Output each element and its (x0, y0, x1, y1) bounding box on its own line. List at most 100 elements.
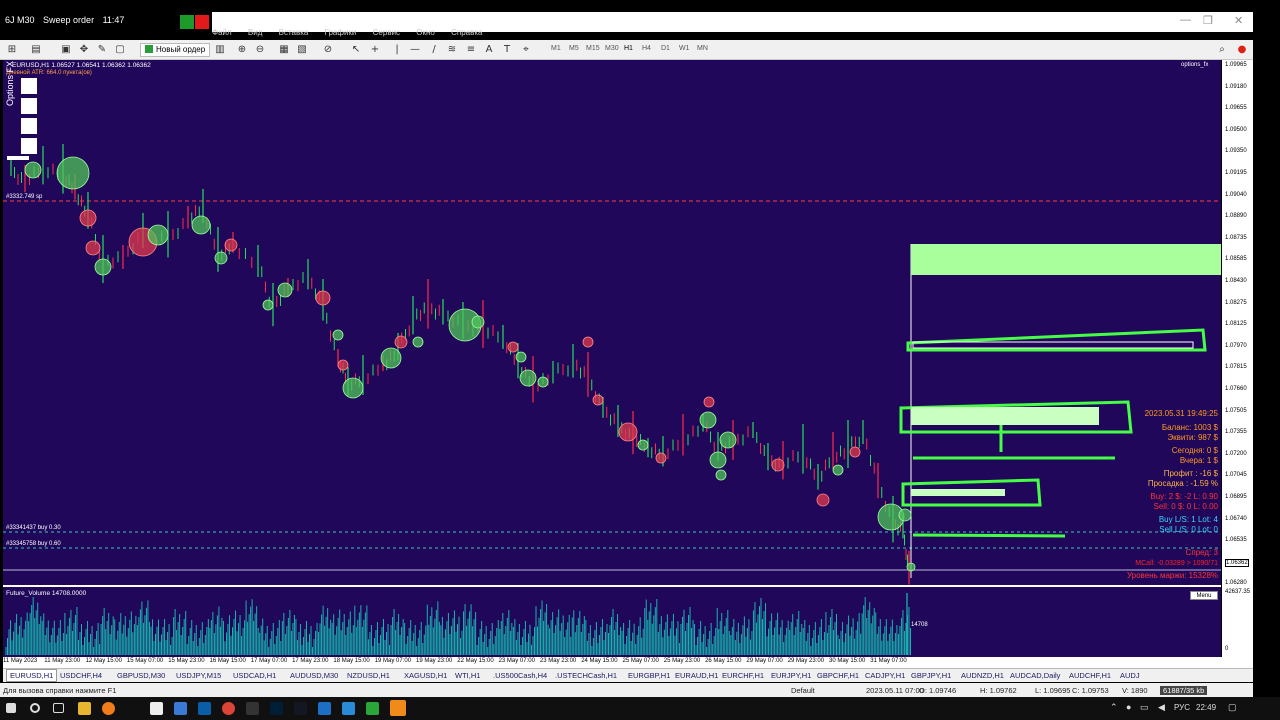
photoshop-icon[interactable] (270, 702, 283, 715)
symbol-tab[interactable]: USDCHF,H4 (60, 671, 102, 680)
telegram-icon[interactable] (342, 702, 355, 715)
menu-charts[interactable]: Графики (325, 28, 357, 37)
language-indicator[interactable]: РУС (1174, 703, 1190, 712)
text-icon[interactable]: A (483, 44, 495, 56)
app-icon[interactable] (150, 702, 163, 715)
search-icon[interactable]: ⌕ (1216, 44, 1228, 56)
tradingview-icon[interactable] (294, 702, 307, 715)
minimize-icon[interactable]: — (1180, 14, 1191, 26)
alert-icon[interactable]: ● (1236, 44, 1248, 56)
symbol-tab[interactable]: GBPUSD,M30 (117, 671, 165, 680)
new-chart-icon[interactable]: ⊞ (6, 44, 18, 56)
market-watch-icon[interactable]: ▣ (60, 44, 72, 56)
volume-icon[interactable]: ◀ (1158, 702, 1165, 713)
symbol-tab[interactable]: .USTECHCash,H1 (555, 671, 617, 680)
menu-help[interactable]: Справка (451, 28, 482, 37)
symbol-tab[interactable]: EURAUD,H1 (675, 671, 718, 680)
zoom-out-icon[interactable]: ⊖ (254, 44, 266, 56)
price-axis[interactable]: 1.09965 1.09180 1.09655 1.09500 1.09350 1.091… (1221, 60, 1253, 590)
tf-h1[interactable]: H1 (624, 45, 633, 52)
calendar-icon[interactable] (174, 702, 187, 715)
cursor-icon[interactable]: ↖ (350, 44, 362, 56)
menu-file[interactable]: Файл (212, 28, 232, 37)
file-explorer-icon[interactable] (78, 702, 91, 715)
new-order-button[interactable]: Новый ордер (140, 43, 211, 57)
label-icon[interactable]: T (501, 44, 513, 56)
sell-button[interactable] (195, 15, 209, 29)
crosshair-icon[interactable]: + (369, 44, 381, 56)
navigator-icon[interactable]: ✥ (78, 44, 90, 56)
tf-m15[interactable]: M15 (586, 45, 600, 52)
panel-clipboard-icon[interactable] (21, 78, 37, 94)
symbol-tab[interactable]: EURCHF,H1 (722, 671, 764, 680)
menu-tools[interactable]: Сервис (373, 28, 400, 37)
symbol-tab[interactable]: XAGUSD,H1 (404, 671, 447, 680)
symbol-tab[interactable]: AUDJ (1120, 671, 1140, 680)
zoom-in-icon[interactable]: ⊕ (236, 44, 248, 56)
symbol-tab[interactable]: WTI,H1 (455, 671, 480, 680)
symbol-tab[interactable]: .US500Cash,H4 (493, 671, 547, 680)
mt-icon[interactable] (366, 702, 379, 715)
symbol-tab[interactable]: EURUSD,H1 (6, 669, 58, 682)
fibonacci-icon[interactable]: ≡ (465, 44, 477, 56)
price-chart[interactable]: EURUSD,H1 1.06527 1.06541 1.06362 1.0636… (3, 60, 1221, 585)
tf-m30[interactable]: M30 (605, 45, 619, 52)
symbol-tab[interactable]: AUDUSD,M30 (290, 671, 338, 680)
menu-insert[interactable]: Вставка (279, 28, 309, 37)
task-view-icon[interactable] (53, 703, 64, 713)
buy-arrow-button[interactable] (180, 15, 194, 29)
tf-mn[interactable]: MN (697, 45, 708, 52)
symbol-tab[interactable]: AUDCHF,H1 (1069, 671, 1111, 680)
menu-view[interactable]: Вид (248, 28, 262, 37)
start-icon[interactable] (6, 703, 16, 713)
status-profile[interactable]: Default (791, 686, 815, 695)
tile-icon[interactable]: ▦ (278, 44, 290, 56)
autoscroll-icon[interactable]: ▧ (296, 44, 308, 56)
horizontal-line-icon[interactable]: — (409, 44, 421, 56)
symbol-tab[interactable]: NZDUSD,H1 (347, 671, 390, 680)
symbol-tab[interactable]: GBPCHF,H1 (817, 671, 859, 680)
symbol-tab[interactable]: CADJPY,H1 (865, 671, 905, 680)
volume-subchart[interactable]: Future_Volume 14708.0000 14708 Menu (3, 587, 1221, 657)
shapes-icon[interactable]: ⌖ (520, 44, 532, 56)
symbol-tab[interactable]: GBPJPY,H1 (911, 671, 951, 680)
mic-icon[interactable]: ● (1126, 702, 1131, 712)
time-axis[interactable]: 11 May 2023 11 May 23:00 12 May 15:00 15 Ma… (3, 657, 1221, 668)
restore-icon[interactable]: ❐ (1203, 14, 1213, 27)
vertical-line-icon[interactable]: | (391, 44, 403, 56)
clock[interactable]: 22:49 (1196, 703, 1216, 712)
profiles-icon[interactable]: ▤ (30, 44, 42, 56)
panel-gear-icon[interactable] (21, 138, 37, 154)
channel-icon[interactable]: ≋ (446, 44, 458, 56)
symbol-tab[interactable]: AUDCAD,Daily (1010, 671, 1060, 680)
notifications-icon[interactable]: ▢ (1228, 702, 1237, 713)
terminal-icon[interactable]: ✎ (96, 44, 108, 56)
symbol-tab[interactable]: USDCAD,H1 (233, 671, 276, 680)
tray-chevron-icon[interactable]: ⌃ (1110, 702, 1118, 713)
symbol-tab[interactable]: EURJPY,H1 (771, 671, 811, 680)
terminal-icon[interactable] (318, 702, 331, 715)
menu-window[interactable]: Окно (416, 28, 435, 37)
maps-icon[interactable] (246, 702, 259, 715)
panel-bars-icon[interactable] (21, 118, 37, 134)
trendline-icon[interactable]: / (428, 44, 440, 56)
panel-trend-icon[interactable] (21, 98, 37, 114)
search-icon[interactable] (30, 703, 40, 713)
symbol-tab[interactable]: AUDNZD,H1 (961, 671, 1004, 680)
close-icon[interactable]: ✕ (1234, 14, 1243, 27)
tf-m5[interactable]: M5 (569, 45, 579, 52)
indicators-icon[interactable]: ⊘ (322, 44, 334, 56)
word-icon[interactable] (198, 702, 211, 715)
symbol-tab[interactable]: USDJPY,M15 (176, 671, 221, 680)
tf-d1[interactable]: D1 (661, 45, 670, 52)
menu-button[interactable]: Menu (1190, 591, 1218, 600)
tester-icon[interactable]: ▢ (114, 44, 126, 56)
active-app-icon[interactable] (390, 700, 406, 716)
autotrading-icon[interactable]: ▥ (214, 44, 226, 56)
chrome-icon[interactable] (222, 702, 235, 715)
tf-w1[interactable]: W1 (679, 45, 690, 52)
symbol-tab[interactable]: EURGBP,H1 (628, 671, 670, 680)
firefox-icon[interactable] (102, 702, 115, 715)
tf-h4[interactable]: H4 (642, 45, 651, 52)
tf-m1[interactable]: M1 (551, 45, 561, 52)
